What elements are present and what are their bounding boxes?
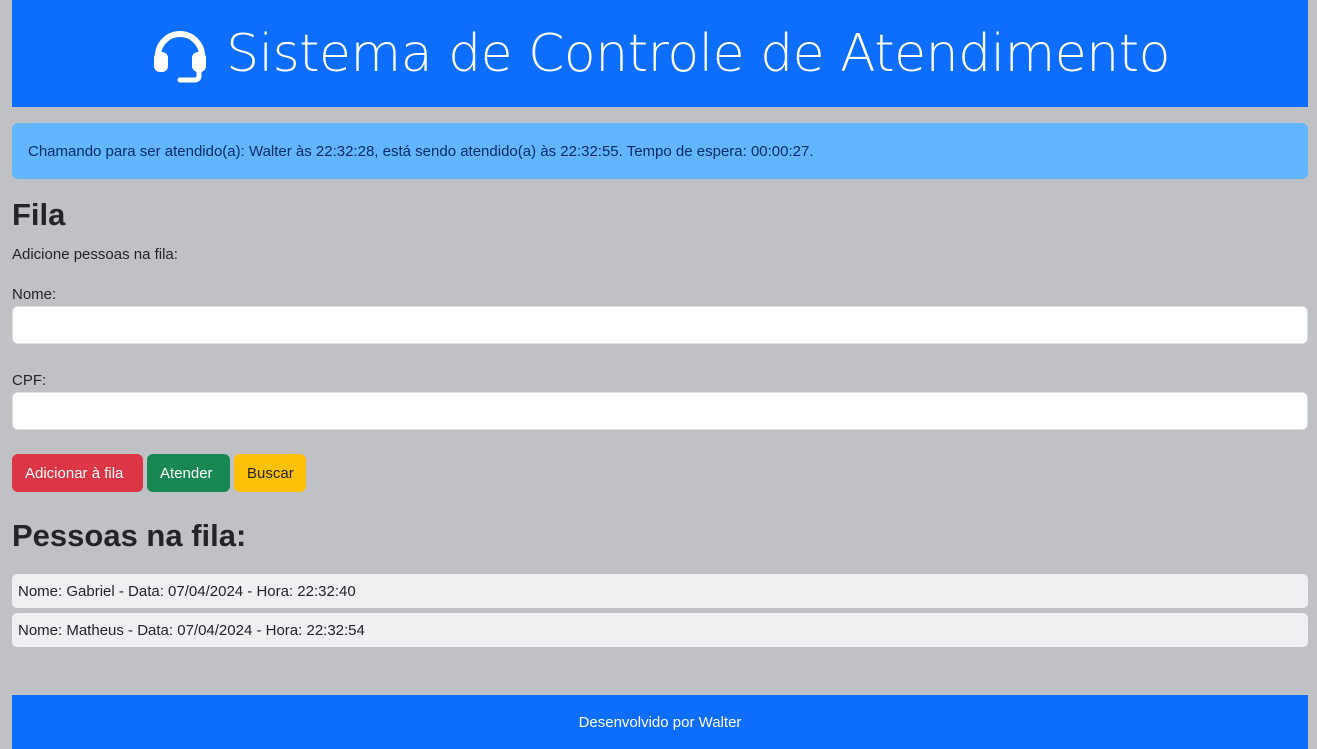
cpf-label: CPF: <box>12 372 47 389</box>
list-item: Nome: Matheus - Data: 07/04/2024 - Hora:… <box>12 613 1308 647</box>
queue-form-heading: Fila <box>12 197 66 232</box>
page-title: Sistema de Controle de Atendimento <box>226 23 1170 84</box>
call-alert-text: Chamando para ser atendido(a): Walter às… <box>28 142 814 160</box>
nome-label: Nome: <box>12 286 57 303</box>
list-item-text: Nome: Matheus - Data: 07/04/2024 - Hora:… <box>18 621 365 639</box>
nome-input[interactable] <box>12 306 1308 344</box>
footer-text: Desenvolvido por Walter <box>578 713 742 731</box>
attend-button[interactable]: Atender <box>147 454 230 492</box>
page-footer: Desenvolvido por Walter <box>12 695 1308 749</box>
queue-list-heading: Pessoas na fila: <box>12 518 247 553</box>
search-button[interactable]: Buscar <box>234 454 306 492</box>
add-to-queue-button[interactable]: Adicionar à fila <box>12 454 143 492</box>
page-header: Sistema de Controle de Atendimento <box>12 0 1308 107</box>
list-item: Nome: Gabriel - Data: 07/04/2024 - Hora:… <box>12 574 1308 608</box>
page: Sistema de Controle de Atendimento Chama… <box>0 0 1317 749</box>
list-item-text: Nome: Gabriel - Data: 07/04/2024 - Hora:… <box>18 582 356 600</box>
queue-list: Nome: Gabriel - Data: 07/04/2024 - Hora:… <box>12 574 1308 652</box>
headset-icon <box>150 24 210 84</box>
call-alert: Chamando para ser atendido(a): Walter às… <box>12 123 1308 179</box>
queue-form-subtitle: Adicione pessoas na fila: <box>12 246 178 263</box>
cpf-input[interactable] <box>12 392 1308 430</box>
